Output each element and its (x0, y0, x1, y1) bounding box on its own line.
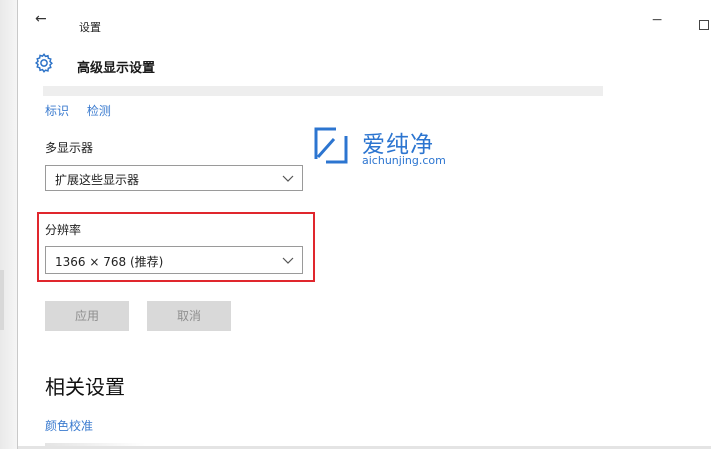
preview-area-strip (43, 86, 603, 96)
detect-link[interactable]: 检测 (87, 104, 111, 118)
watermark-url: aichunjing.com (362, 154, 446, 167)
title-bar: ← 设置 − (19, 0, 711, 36)
left-window-edge (0, 0, 18, 449)
resolution-label: 分辨率 (45, 223, 82, 237)
site-watermark: 爱纯净 aichunjing.com (310, 126, 480, 168)
multiple-displays-label: 多显示器 (45, 141, 94, 155)
resolution-value: 1366 × 768 (推荐) (55, 255, 164, 269)
apply-button[interactable]: 应用 (45, 301, 129, 331)
faded-link-placeholder (45, 443, 145, 446)
cancel-button[interactable]: 取消 (147, 301, 231, 331)
page-title: 高级显示设置 (77, 61, 156, 76)
app-title: 设置 (79, 21, 101, 34)
page-header: 高级显示设置 (19, 48, 711, 82)
edge-handle (0, 270, 4, 330)
resolution-dropdown[interactable]: 1366 × 768 (推荐) (45, 246, 303, 274)
color-calibration-link[interactable]: 颜色校准 (45, 417, 93, 434)
chevron-down-icon (282, 175, 294, 182)
back-arrow-icon[interactable]: ← (35, 11, 47, 27)
settings-window: ← 设置 − 高级显示设置 标识 检测 多显示器 扩展这些显示器 分辨率 136… (19, 0, 711, 446)
maximize-button[interactable] (699, 20, 709, 30)
display-actions: 标识 检测 (45, 102, 125, 119)
minimize-button[interactable]: − (651, 12, 663, 28)
chevron-down-icon (282, 257, 294, 264)
related-settings-title: 相关设置 (45, 375, 125, 399)
multiple-displays-dropdown[interactable]: 扩展这些显示器 (45, 165, 303, 191)
gear-icon (34, 53, 53, 73)
watermark-logo-icon (314, 127, 348, 164)
identify-link[interactable]: 标识 (45, 104, 69, 118)
multiple-displays-value: 扩展这些显示器 (55, 173, 140, 187)
